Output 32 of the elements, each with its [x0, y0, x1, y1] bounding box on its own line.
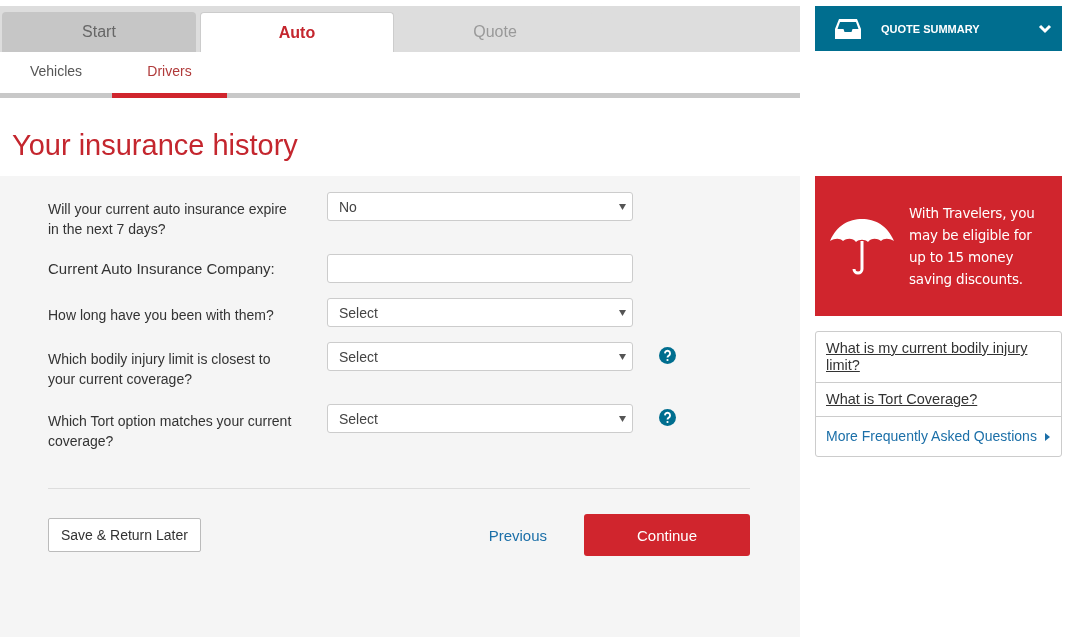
- promo-text: With Travelers, you may be eligible for up to 15 money saving discounts.: [909, 204, 1036, 289]
- caret-icon: [1044, 432, 1050, 441]
- more-faq-link[interactable]: More Frequently Asked Questions: [816, 416, 1061, 456]
- page-heading: Your insurance history: [11, 128, 299, 163]
- chevron-icon: [1038, 23, 1052, 34]
- dropdown-arrow-icon: [619, 203, 626, 210]
- help-icon[interactable]: [659, 347, 676, 364]
- dropdown-arrow-icon: [619, 353, 626, 360]
- question-label: Current Auto Insurance Company:: [48, 259, 276, 279]
- select-field[interactable]: Select: [327, 342, 633, 371]
- step-tab[interactable]: Auto: [200, 12, 394, 52]
- select-field[interactable]: No: [327, 192, 633, 221]
- save-return-button[interactable]: Save & Return Later: [48, 518, 201, 552]
- help-icon[interactable]: [659, 409, 676, 426]
- dropdown-arrow-icon: [619, 415, 626, 422]
- question-label: Which bodily injury limit is closest to your current coverage?: [48, 350, 272, 389]
- continue-button[interactable]: Continue: [584, 514, 750, 556]
- dropdown-arrow-icon: [619, 309, 626, 316]
- select-field[interactable]: Select: [327, 404, 633, 433]
- question-label: Which Tort option matches your current coverage?: [48, 412, 293, 451]
- sub-tab[interactable]: Vehicles: [0, 52, 112, 98]
- select-field[interactable]: Select: [327, 298, 633, 327]
- sub-tab[interactable]: Drivers: [112, 52, 227, 98]
- quote-summary-bar[interactable]: QUOTE SUMMARY: [815, 6, 1062, 51]
- question-label: Will your current auto insurance expire in the next 7 days?: [48, 200, 288, 239]
- input-field[interactable]: [327, 254, 633, 283]
- umbrella-icon: [829, 217, 895, 275]
- previous-link[interactable]: Previous: [482, 525, 553, 545]
- faq-link[interactable]: What is my current bodily injury limit?: [816, 332, 1061, 382]
- question-label: How long have you been with them?: [48, 306, 275, 325]
- tray-icon: [835, 17, 861, 40]
- faq-link[interactable]: What is Tort Coverage?: [816, 382, 1061, 416]
